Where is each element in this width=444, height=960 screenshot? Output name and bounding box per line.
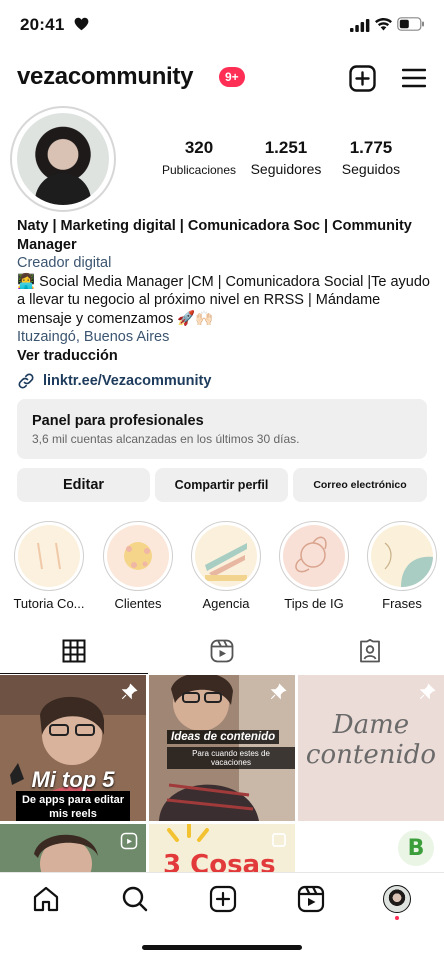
highlight-cover — [195, 525, 257, 587]
battery-icon — [397, 17, 424, 31]
post-caption: 3 Cosas — [163, 850, 276, 872]
profile-avatar — [383, 885, 411, 913]
highlight-agencia[interactable]: Agencia — [191, 521, 261, 611]
bio-link-text: linktr.ee/Vezacommunity — [43, 373, 212, 389]
home-icon[interactable] — [32, 885, 60, 913]
reels-icon[interactable] — [297, 885, 325, 913]
stat-followers[interactable]: 1.251 Seguidores — [244, 138, 328, 177]
highlight-cover — [283, 525, 345, 587]
bio-location[interactable]: Ituzaingó, Buenos Aires — [17, 328, 431, 347]
notification-badge[interactable]: 9+ — [219, 67, 245, 87]
highlight-label: Frases — [382, 596, 422, 611]
link-icon — [18, 373, 34, 389]
new-post-icon[interactable] — [349, 65, 376, 92]
menu-icon[interactable] — [402, 68, 426, 88]
post-tile[interactable]: Ideas de contenido Para cuando estes de … — [149, 675, 295, 821]
stat-posts[interactable]: 320 Publicaciones — [158, 138, 240, 177]
grid-icon — [62, 639, 86, 662]
post-tile[interactable]: Dame contenido — [298, 675, 444, 821]
bio-text: 👩‍💻 Social Media Manager |CM | Comunicad… — [17, 273, 430, 327]
post-subcaption: De apps para editar mis reels — [16, 791, 130, 821]
bio-name: Naty | Marketing digital | Comunicadora … — [17, 218, 412, 253]
stat-posts-value: 320 — [184, 138, 214, 157]
highlight-ring — [191, 521, 261, 591]
search-icon[interactable] — [121, 885, 149, 913]
bio-category: Creador digital — [17, 255, 112, 271]
post-tile[interactable]: Mi top 5 De apps para editar mis reels — [0, 675, 146, 821]
wifi-icon — [375, 18, 392, 31]
post-subcaption: Para cuando estes de vacaciones — [167, 747, 295, 769]
share-profile-button[interactable]: Compartir perfil — [155, 468, 288, 502]
stat-followers-value: 1.251 — [264, 138, 308, 157]
multi-post-icon — [272, 833, 286, 847]
highlight-label: Clientes — [114, 596, 162, 611]
highlight-label: Tips de IG — [284, 596, 344, 611]
post-script-text: Dame contenido — [305, 710, 437, 770]
stat-followers-label: Seguidores — [250, 161, 322, 177]
post-tile[interactable] — [0, 824, 146, 872]
stat-following[interactable]: 1.775 Seguidos — [336, 138, 406, 177]
translate-link[interactable]: Ver traducción — [17, 347, 431, 366]
create-icon[interactable] — [209, 885, 237, 913]
highlight-frases[interactable]: Frases — [367, 521, 437, 611]
highlight-ring — [14, 521, 84, 591]
highlight-label: Agencia — [202, 596, 250, 611]
email-button[interactable]: Correo electrónico — [293, 468, 427, 502]
stat-following-value: 1.775 — [349, 138, 393, 157]
reels-icon — [210, 639, 234, 663]
post-caption: Ideas de contenido — [167, 730, 280, 744]
profile-tab[interactable] — [383, 885, 411, 921]
highlight-cover — [371, 525, 433, 587]
floating-chat-bubble[interactable]: B — [396, 828, 436, 868]
panel-subtitle: 3,6 mil cuentas alcanzadas en los último… — [32, 432, 300, 446]
avatar-body — [35, 173, 91, 205]
post-tile[interactable]: 3 Cosas — [149, 824, 295, 872]
highlight-tips[interactable]: Tips de IG — [279, 521, 349, 611]
stat-posts-label: Publicaciones — [161, 163, 237, 177]
bio-link[interactable]: linktr.ee/Vezacommunity — [17, 371, 211, 391]
highlight-cover — [107, 525, 169, 587]
highlight-label: Tutoria Co... — [13, 596, 85, 611]
panel-title: Panel para profesionales — [32, 413, 204, 429]
stat-following-label: Seguidos — [341, 161, 401, 177]
professional-dashboard[interactable]: Panel para profesionales 3,6 mil cuentas… — [17, 399, 427, 459]
signal-icon — [350, 19, 370, 32]
highlight-cover — [18, 525, 80, 587]
status-bar: 20:41 — [0, 0, 444, 52]
content-tabs — [0, 628, 444, 674]
tab-tagged[interactable] — [296, 628, 444, 674]
highlight-tutoria[interactable]: Tutoria Co... — [13, 521, 85, 611]
home-indicator — [142, 945, 302, 950]
chat-bubble-icon: B — [407, 835, 425, 861]
pin-icon — [270, 683, 287, 700]
tagged-icon — [360, 639, 380, 663]
status-time: 20:41 — [20, 15, 65, 34]
profile-bio: Naty | Marketing digital | Comunicadora … — [17, 217, 431, 365]
post-caption: Mi top 5 — [31, 767, 115, 792]
reel-icon — [120, 832, 138, 850]
tab-reels[interactable] — [148, 628, 296, 674]
avatar[interactable] — [17, 113, 109, 205]
pin-icon — [419, 683, 436, 700]
tab-grid[interactable] — [0, 628, 148, 674]
edit-profile-button[interactable]: Editar — [17, 468, 150, 502]
highlight-ring — [367, 521, 437, 591]
username-title[interactable]: vezacommunity — [17, 63, 193, 91]
highlight-ring — [279, 521, 349, 591]
highlight-ring — [103, 521, 173, 591]
pin-icon — [121, 683, 138, 700]
activity-dot — [395, 916, 399, 920]
profile-header: vezacommunity 9+ — [0, 60, 444, 100]
heart-icon — [74, 17, 89, 31]
highlight-clientes[interactable]: Clientes — [103, 521, 173, 611]
